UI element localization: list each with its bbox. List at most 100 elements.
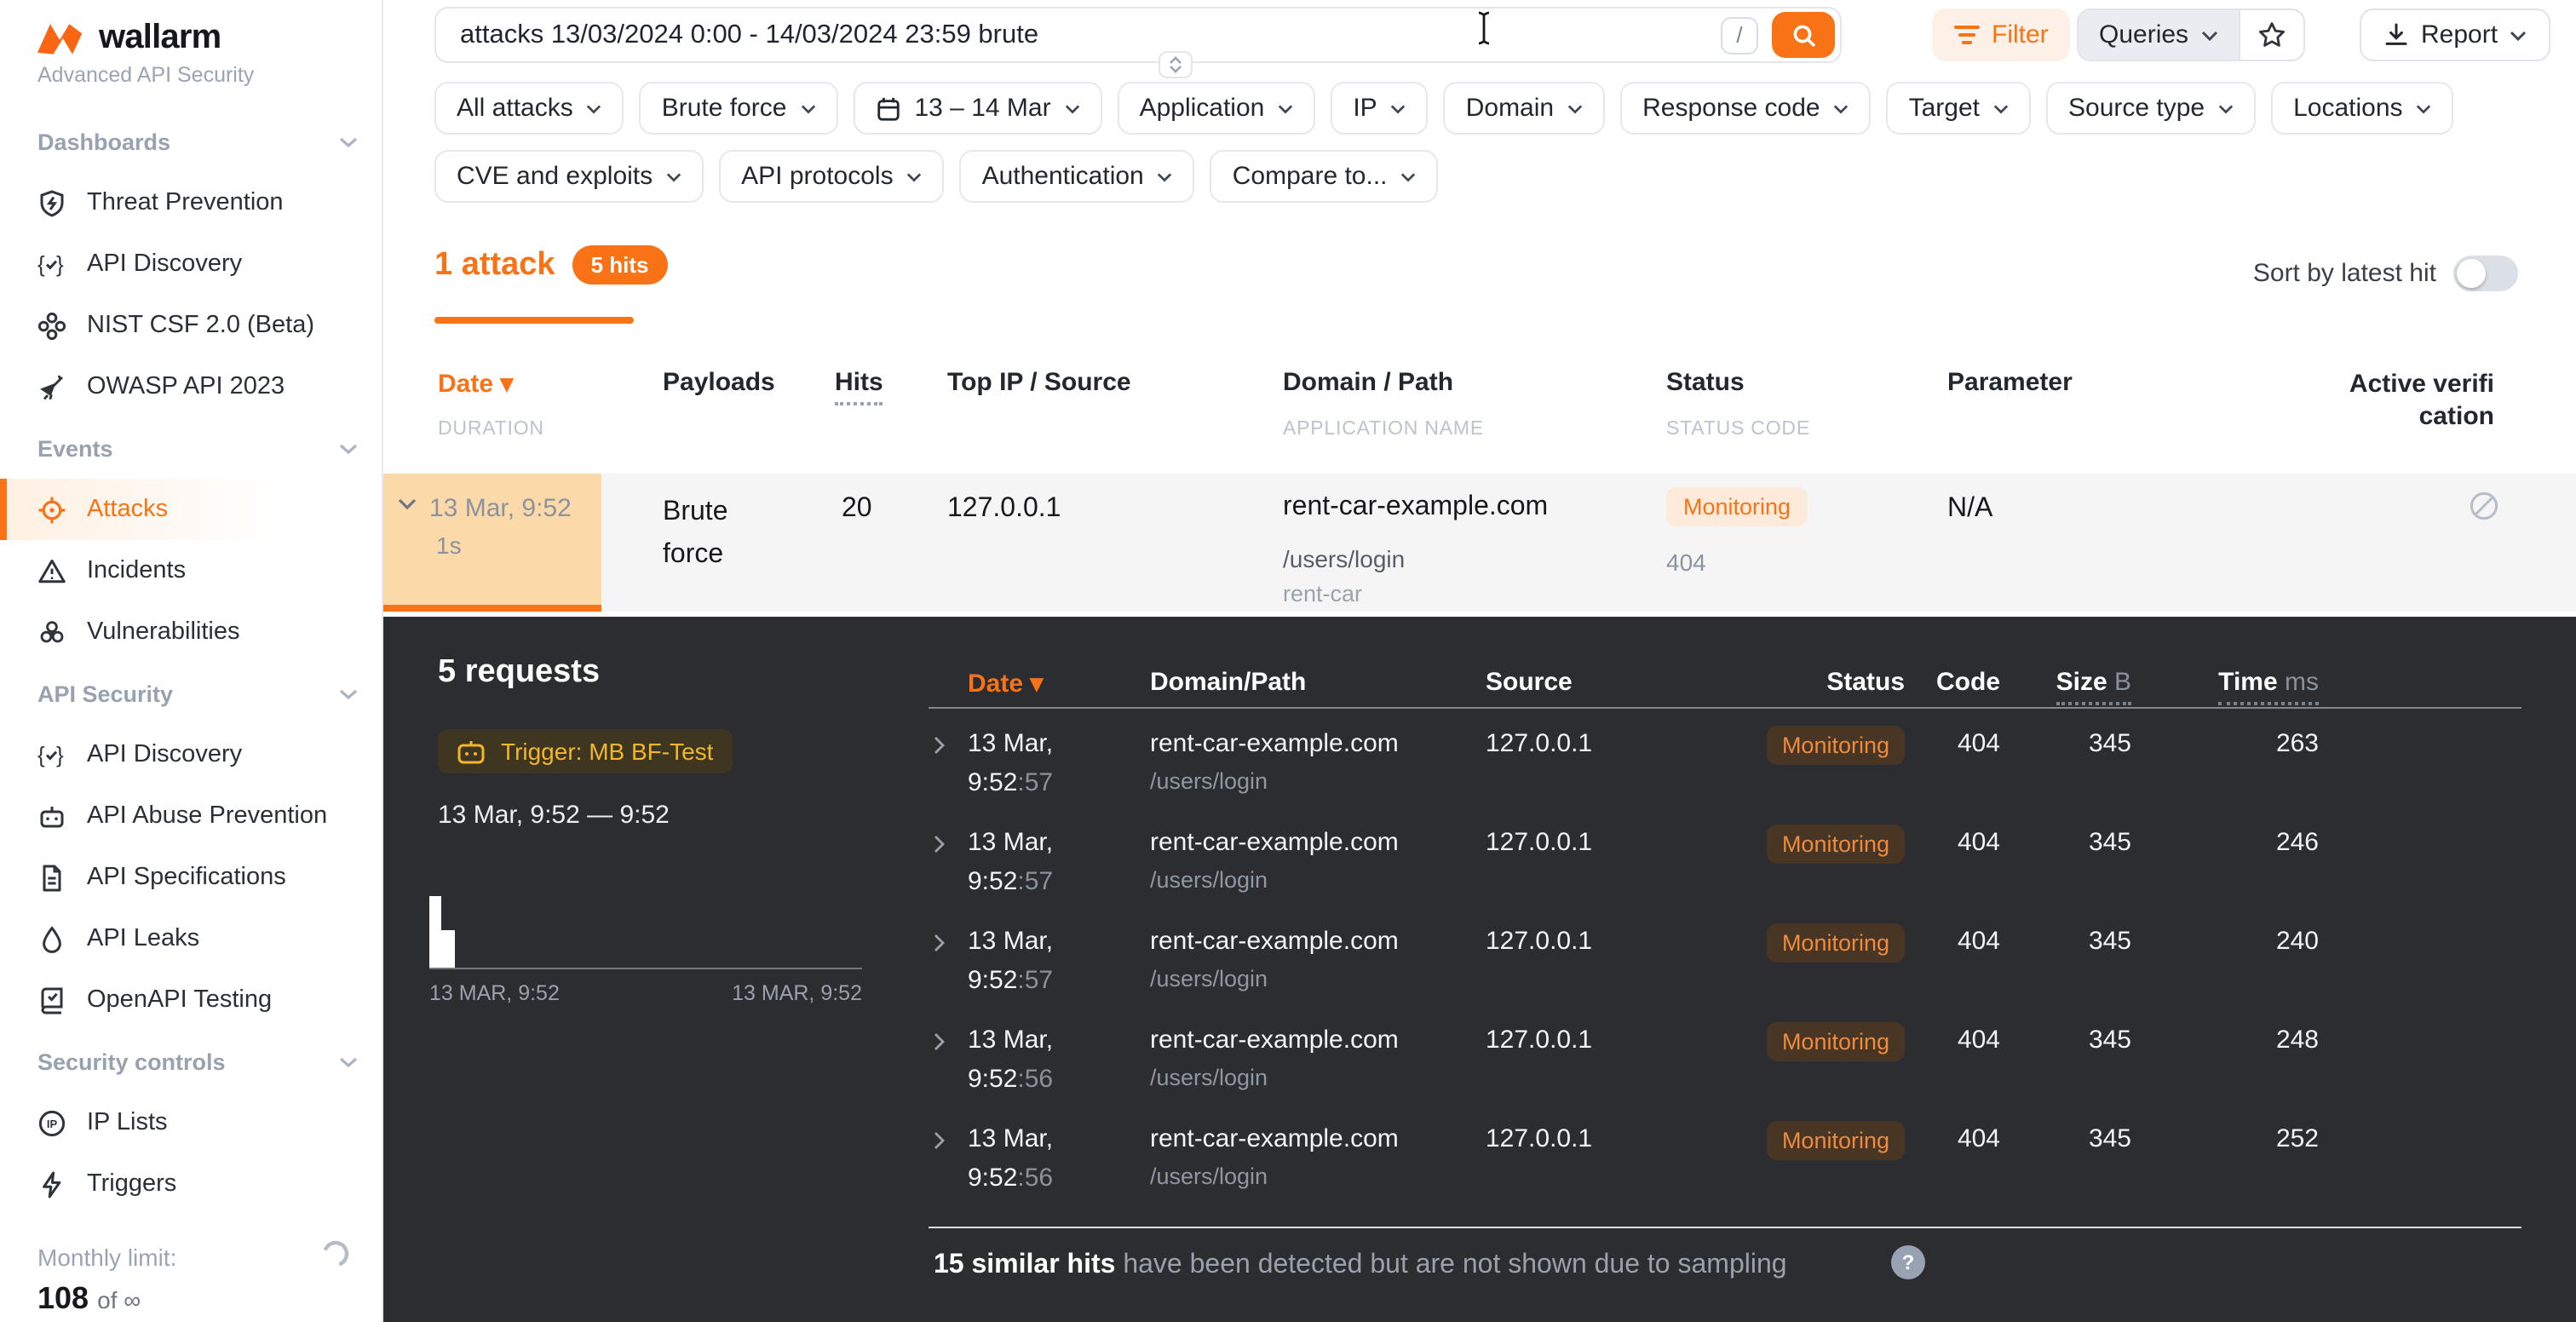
attack-duration: 1s — [436, 532, 462, 559]
attack-top-ip: 127.0.0.1 — [947, 494, 1061, 525]
request-row[interactable]: 13 Mar, 9:52:57 rent-car-example.com /us… — [383, 814, 2576, 913]
filter-button[interactable]: Filter — [1932, 9, 2071, 61]
chip-authentication[interactable]: Authentication — [960, 150, 1195, 203]
chip-application[interactable]: Application — [1118, 82, 1316, 135]
monthly-limit-count: 108 of ∞ — [37, 1281, 358, 1317]
sidebar-section-security-controls[interactable]: Security controls — [0, 1031, 382, 1092]
search-icon — [1790, 21, 1817, 49]
sidebar-item-vulnerabilities[interactable]: Vulnerabilities — [0, 601, 382, 663]
favorite-star-button[interactable] — [2238, 10, 2303, 60]
sidebar-item-openapi-testing[interactable]: OpenAPI Testing — [0, 969, 382, 1031]
request-path: /users/login — [1150, 768, 1268, 794]
request-time-ms: 240 — [2182, 927, 2319, 956]
sidebar-section-events[interactable]: Events — [0, 417, 382, 479]
request-size: 345 — [1995, 927, 2131, 956]
request-time-ms: 263 — [2182, 729, 2319, 758]
sidebar-item-incidents[interactable]: Incidents — [0, 540, 382, 601]
chevron-right-icon[interactable] — [934, 934, 946, 952]
filter-chips-row-1: All attacks Brute force 13 – 14 Mar Appl… — [434, 82, 2454, 135]
sidebar-item-api-discovery[interactable]: {} API Discovery — [0, 233, 382, 295]
active-verification-disabled-icon[interactable] — [2469, 491, 2499, 521]
attack-date-cell[interactable]: 13 Mar, 9:52 1s — [383, 474, 601, 612]
request-row[interactable]: 13 Mar, 9:52:57 rent-car-example.com /us… — [383, 716, 2576, 814]
help-icon[interactable]: ? — [1891, 1245, 1925, 1279]
chip-locations[interactable]: Locations — [2271, 82, 2453, 135]
requests-column-source: Source — [1486, 668, 1573, 697]
slash-shortcut-hint: / — [1721, 16, 1758, 54]
request-row[interactable]: 13 Mar, 9:52:57 rent-car-example.com /us… — [383, 913, 2576, 1012]
attack-application-name: rent-car — [1283, 581, 1362, 606]
request-row[interactable]: 13 Mar, 9:52:56 rent-car-example.com /us… — [383, 1012, 2576, 1111]
requests-header-divider — [929, 707, 2521, 709]
search-input[interactable] — [436, 9, 1721, 61]
sidebar-item-api-abuse-prevention[interactable]: API Abuse Prevention — [0, 785, 382, 847]
sidebar-item-nist-csf[interactable]: NIST CSF 2.0 (Beta) — [0, 295, 382, 356]
request-time: 9:52:57 — [968, 867, 1053, 896]
sidebar-item-triggers[interactable]: Triggers — [0, 1153, 382, 1215]
svg-text:{: { — [37, 741, 45, 767]
chip-attack-type[interactable]: Brute force — [640, 82, 838, 135]
sidebar-item-api-leaks[interactable]: API Leaks — [0, 908, 382, 969]
chip-response-code[interactable]: Response code — [1620, 82, 1872, 135]
chevron-down-icon — [2510, 30, 2527, 40]
chevron-right-icon[interactable] — [934, 1131, 946, 1150]
column-header-hits[interactable]: Hits — [835, 368, 883, 397]
column-header-date[interactable]: Date ▾ — [438, 368, 513, 399]
attack-payloads: Brute force — [663, 491, 772, 576]
column-header-top-ip: Top IP / Source — [947, 368, 1131, 397]
braces-check-icon: {} — [37, 250, 66, 279]
queries-button[interactable]: Queries — [2079, 10, 2238, 60]
request-time-ms: 252 — [2182, 1124, 2319, 1153]
chip-target[interactable]: Target — [1887, 82, 2031, 135]
chip-ip[interactable]: IP — [1331, 82, 1428, 135]
chevron-down-icon[interactable] — [397, 497, 417, 511]
chevron-right-icon[interactable] — [934, 1032, 946, 1051]
request-row[interactable]: 13 Mar, 9:52:56 rent-car-example.com /us… — [383, 1111, 2576, 1210]
request-path: /users/login — [1150, 867, 1268, 893]
text-cursor — [1474, 10, 1494, 46]
wallarm-logo[interactable]: wallarm — [0, 0, 382, 58]
sidebar-item-api-discovery-2[interactable]: {} API Discovery — [0, 724, 382, 785]
chip-compare-to[interactable]: Compare to... — [1210, 150, 1439, 203]
sidebar-item-threat-prevention[interactable]: Threat Prevention — [0, 172, 382, 233]
search-expander-handle[interactable] — [1159, 51, 1193, 78]
sidebar-item-api-specifications[interactable]: API Specifications — [0, 847, 382, 908]
chip-domain[interactable]: Domain — [1444, 82, 1605, 135]
report-button[interactable]: Report — [2360, 9, 2550, 61]
chip-date-range[interactable]: 13 – 14 Mar — [853, 82, 1101, 135]
request-size: 345 — [1995, 729, 2131, 758]
request-domain: rent-car-example.com — [1150, 927, 1399, 956]
sidebar-section-dashboards[interactable]: Dashboards — [0, 111, 382, 172]
sidebar-item-ip-lists[interactable]: IP IP Lists — [0, 1092, 382, 1153]
column-header-active-verification: Active verification — [2348, 368, 2494, 433]
chip-all-attacks[interactable]: All attacks — [434, 82, 624, 135]
results-summary[interactable]: 1 attack 5 hits — [434, 245, 668, 285]
svg-text:}: } — [56, 741, 64, 767]
chip-api-protocols[interactable]: API protocols — [719, 150, 944, 203]
bot-icon — [37, 802, 66, 831]
request-date: 13 Mar, — [968, 828, 1053, 857]
request-date: 13 Mar, — [968, 927, 1053, 956]
brand-subtitle: Advanced API Security — [0, 58, 382, 87]
search-button[interactable] — [1772, 12, 1835, 58]
attack-status-badge: Monitoring — [1666, 487, 1808, 526]
chevron-right-icon[interactable] — [934, 835, 946, 854]
monthly-limit: Monthly limit: 108 of ∞ — [0, 1215, 382, 1317]
requests-column-time[interactable]: Time ms — [2182, 668, 2319, 697]
column-header-payloads: Payloads — [663, 368, 775, 397]
requests-column-date[interactable]: Date ▾ — [968, 668, 1043, 698]
request-code: 404 — [1864, 1026, 2000, 1055]
wasp-icon — [37, 372, 66, 401]
sidebar-item-owasp-api[interactable]: OWASP API 2023 — [0, 356, 382, 417]
request-date: 13 Mar, — [968, 1026, 1053, 1055]
sort-toggle[interactable] — [2453, 256, 2518, 291]
attack-table-row[interactable]: 13 Mar, 9:52 1s Brute force 20 127.0.0.1… — [383, 474, 2576, 612]
chip-cve-exploits[interactable]: CVE and exploits — [434, 150, 704, 203]
chevron-right-icon[interactable] — [934, 736, 946, 755]
sidebar-section-api-security[interactable]: API Security — [0, 663, 382, 724]
request-size: 345 — [1995, 828, 2131, 857]
chip-source-type[interactable]: Source type — [2046, 82, 2256, 135]
requests-column-size[interactable]: Size B — [1995, 668, 2131, 697]
column-header-domain: Domain / Path — [1283, 368, 1453, 397]
sidebar-item-attacks[interactable]: Attacks — [0, 479, 382, 540]
